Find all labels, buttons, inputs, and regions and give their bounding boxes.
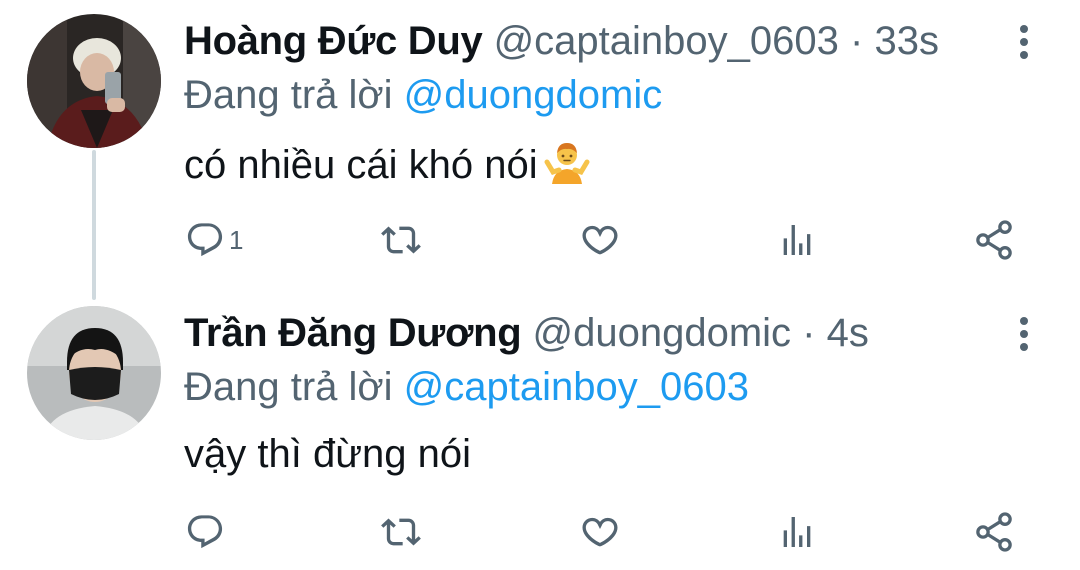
reply-context: Đang trả lời @duongdomic [184, 71, 662, 119]
analytics-button[interactable] [777, 508, 817, 556]
tweet-text-content: vậy thì đừng nói [184, 432, 471, 476]
reply-context: Đang trả lời @captainboy_0603 [184, 363, 749, 411]
tweet[interactable]: Hoàng Đức Duy @captainboy_0603 · 33s Đan… [0, 0, 1080, 290]
user-handle[interactable]: @duongdomic [532, 311, 791, 355]
reply-count: 1 [229, 225, 244, 255]
share-button[interactable] [972, 216, 1016, 264]
like-button[interactable] [580, 508, 620, 556]
retweet-icon [381, 220, 421, 260]
heart-icon [580, 220, 620, 260]
tweet-actions [0, 508, 1080, 556]
person-shrugging-emoji [544, 140, 590, 186]
timestamp[interactable]: 4s [827, 311, 869, 355]
tweet-text: có nhiều cái khó nói [184, 140, 590, 189]
reply-button[interactable]: 1 [185, 216, 243, 264]
tweet[interactable]: Trần Đăng Dương @duongdomic · 4s Đang tr… [0, 290, 1080, 570]
like-button[interactable] [580, 216, 620, 264]
separator-dot: · [802, 311, 816, 355]
share-icon [972, 510, 1016, 554]
reply-mention-link[interactable]: @duongdomic [404, 73, 663, 117]
reply-button[interactable] [185, 508, 225, 556]
share-icon [972, 218, 1016, 262]
tweet-text-content: có nhiều cái khó nói [184, 143, 538, 187]
share-button[interactable] [972, 508, 1016, 556]
reply-prefix: Đang trả lời [184, 365, 393, 409]
reply-prefix: Đang trả lời [184, 73, 393, 117]
display-name[interactable]: Trần Đăng Dương [184, 311, 522, 355]
reply-icon [185, 512, 225, 552]
tweet-actions: 1 [0, 216, 1080, 264]
retweet-button[interactable] [381, 216, 421, 264]
user-handle[interactable]: @captainboy_0603 [494, 19, 839, 63]
timestamp[interactable]: 33s [874, 19, 939, 63]
tweet-header: Trần Đăng Dương @duongdomic · 4s [184, 309, 869, 357]
analytics-button[interactable] [777, 216, 817, 264]
avatar[interactable] [27, 14, 161, 148]
reply-icon [185, 220, 225, 260]
reply-mention-link[interactable]: @captainboy_0603 [404, 365, 749, 409]
retweet-button[interactable] [381, 508, 421, 556]
more-vertical-icon[interactable] [1011, 314, 1037, 354]
retweet-icon [381, 512, 421, 552]
analytics-icon [777, 512, 817, 552]
tweet-header: Hoàng Đức Duy @captainboy_0603 · 33s [184, 17, 939, 65]
heart-icon [580, 512, 620, 552]
analytics-icon [777, 220, 817, 260]
separator-dot: · [850, 19, 864, 63]
tweet-text: vậy thì đừng nói [184, 430, 471, 478]
more-vertical-icon[interactable] [1011, 22, 1037, 62]
avatar[interactable] [27, 306, 161, 440]
display-name[interactable]: Hoàng Đức Duy [184, 19, 483, 63]
